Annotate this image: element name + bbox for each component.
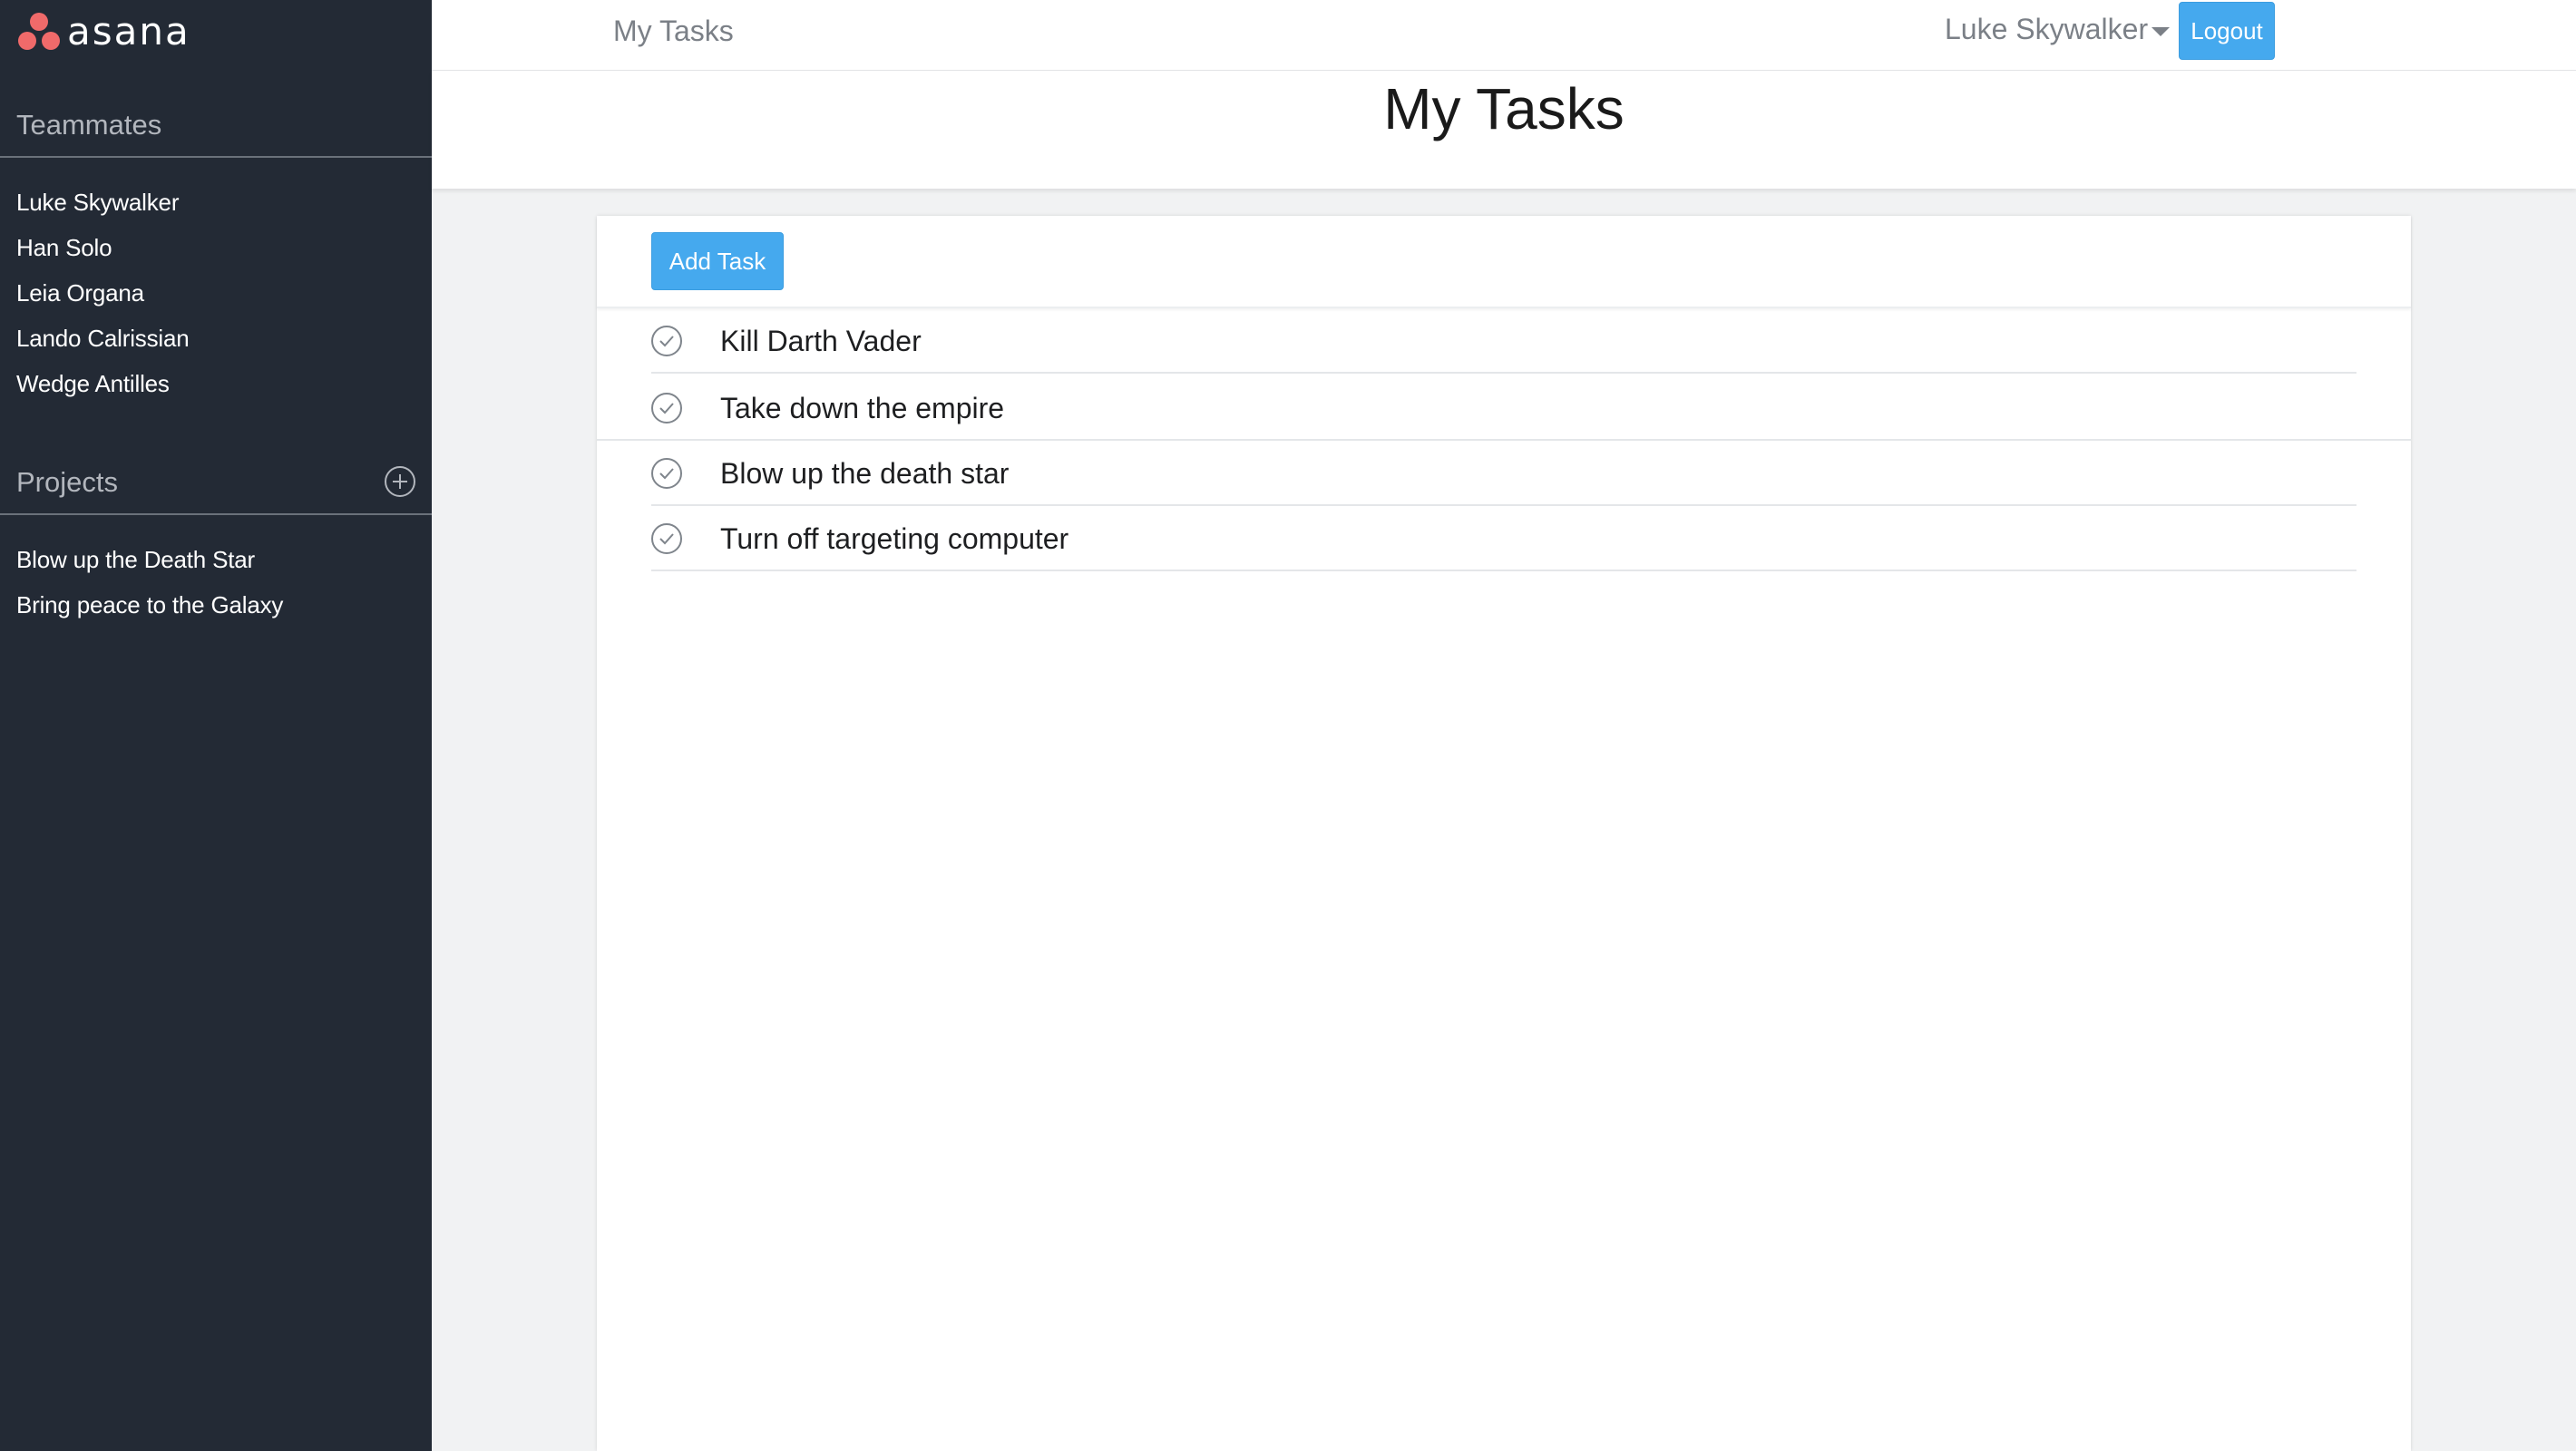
teammate-item[interactable]: Han Solo <box>16 225 189 270</box>
app-root: asana Teammates Luke Skywalker Han Solo … <box>0 0 2576 1451</box>
project-item[interactable]: Bring peace to the Galaxy <box>16 582 283 628</box>
page-title: My Tasks <box>1383 76 1625 141</box>
teammate-item[interactable]: Leia Organa <box>16 270 189 316</box>
teammates-title: Teammates <box>16 109 162 141</box>
projects-list: Blow up the Death Star Bring peace to th… <box>16 537 283 628</box>
add-task-button[interactable]: Add Task <box>651 232 784 290</box>
user-name: Luke Skywalker <box>1945 13 2149 45</box>
teammates-header: Teammates <box>0 109 432 158</box>
asana-logo[interactable]: asana <box>16 9 190 54</box>
task-name[interactable]: Kill Darth Vader <box>720 325 922 358</box>
top-bar: My Tasks Luke Skywalker Logout <box>432 0 2576 71</box>
caret-down-icon <box>2152 26 2171 36</box>
asana-dots-icon <box>18 13 60 50</box>
teammate-item[interactable]: Lando Calrissian <box>16 316 190 361</box>
page-header: My Tasks <box>432 71 2576 189</box>
task-name[interactable]: Turn off targeting computer <box>720 522 1068 556</box>
teammate-item[interactable]: Luke Skywalker <box>16 180 189 225</box>
task-row[interactable]: Kill Darth Vader <box>597 308 2411 374</box>
sidebar: asana Teammates Luke Skywalker Han Solo … <box>0 0 432 1451</box>
plus-circle-icon[interactable] <box>385 466 415 497</box>
project-item[interactable]: Blow up the Death Star <box>16 537 283 582</box>
check-circle-icon[interactable] <box>651 326 682 356</box>
row-divider <box>651 570 2356 571</box>
row-divider <box>651 372 2356 374</box>
check-circle-icon[interactable] <box>651 393 682 424</box>
check-circle-icon[interactable] <box>651 458 682 489</box>
task-name[interactable]: Take down the empire <box>720 392 1004 425</box>
projects-title: Projects <box>16 466 118 498</box>
task-row[interactable]: Blow up the death star <box>597 441 2411 506</box>
teammates-list: Luke Skywalker Han Solo Leia Organa Land… <box>16 180 190 406</box>
task-name[interactable]: Blow up the death star <box>720 457 1009 491</box>
task-row[interactable]: Turn off targeting computer <box>597 506 2411 571</box>
logo-text: asana <box>67 9 190 54</box>
tasks-panel: Add Task Kill Darth Vader Take down the … <box>597 216 2411 1451</box>
projects-header: Projects <box>0 466 432 515</box>
teammate-item[interactable]: Wedge Antilles <box>16 361 189 406</box>
user-menu[interactable]: Luke Skywalker <box>1945 13 2171 46</box>
check-circle-icon[interactable] <box>651 523 682 554</box>
topbar-title: My Tasks <box>613 15 734 47</box>
logout-button[interactable]: Logout <box>2179 2 2275 60</box>
tasks-toolbar: Add Task <box>597 216 2411 308</box>
task-row[interactable]: Take down the empire <box>597 375 2411 441</box>
